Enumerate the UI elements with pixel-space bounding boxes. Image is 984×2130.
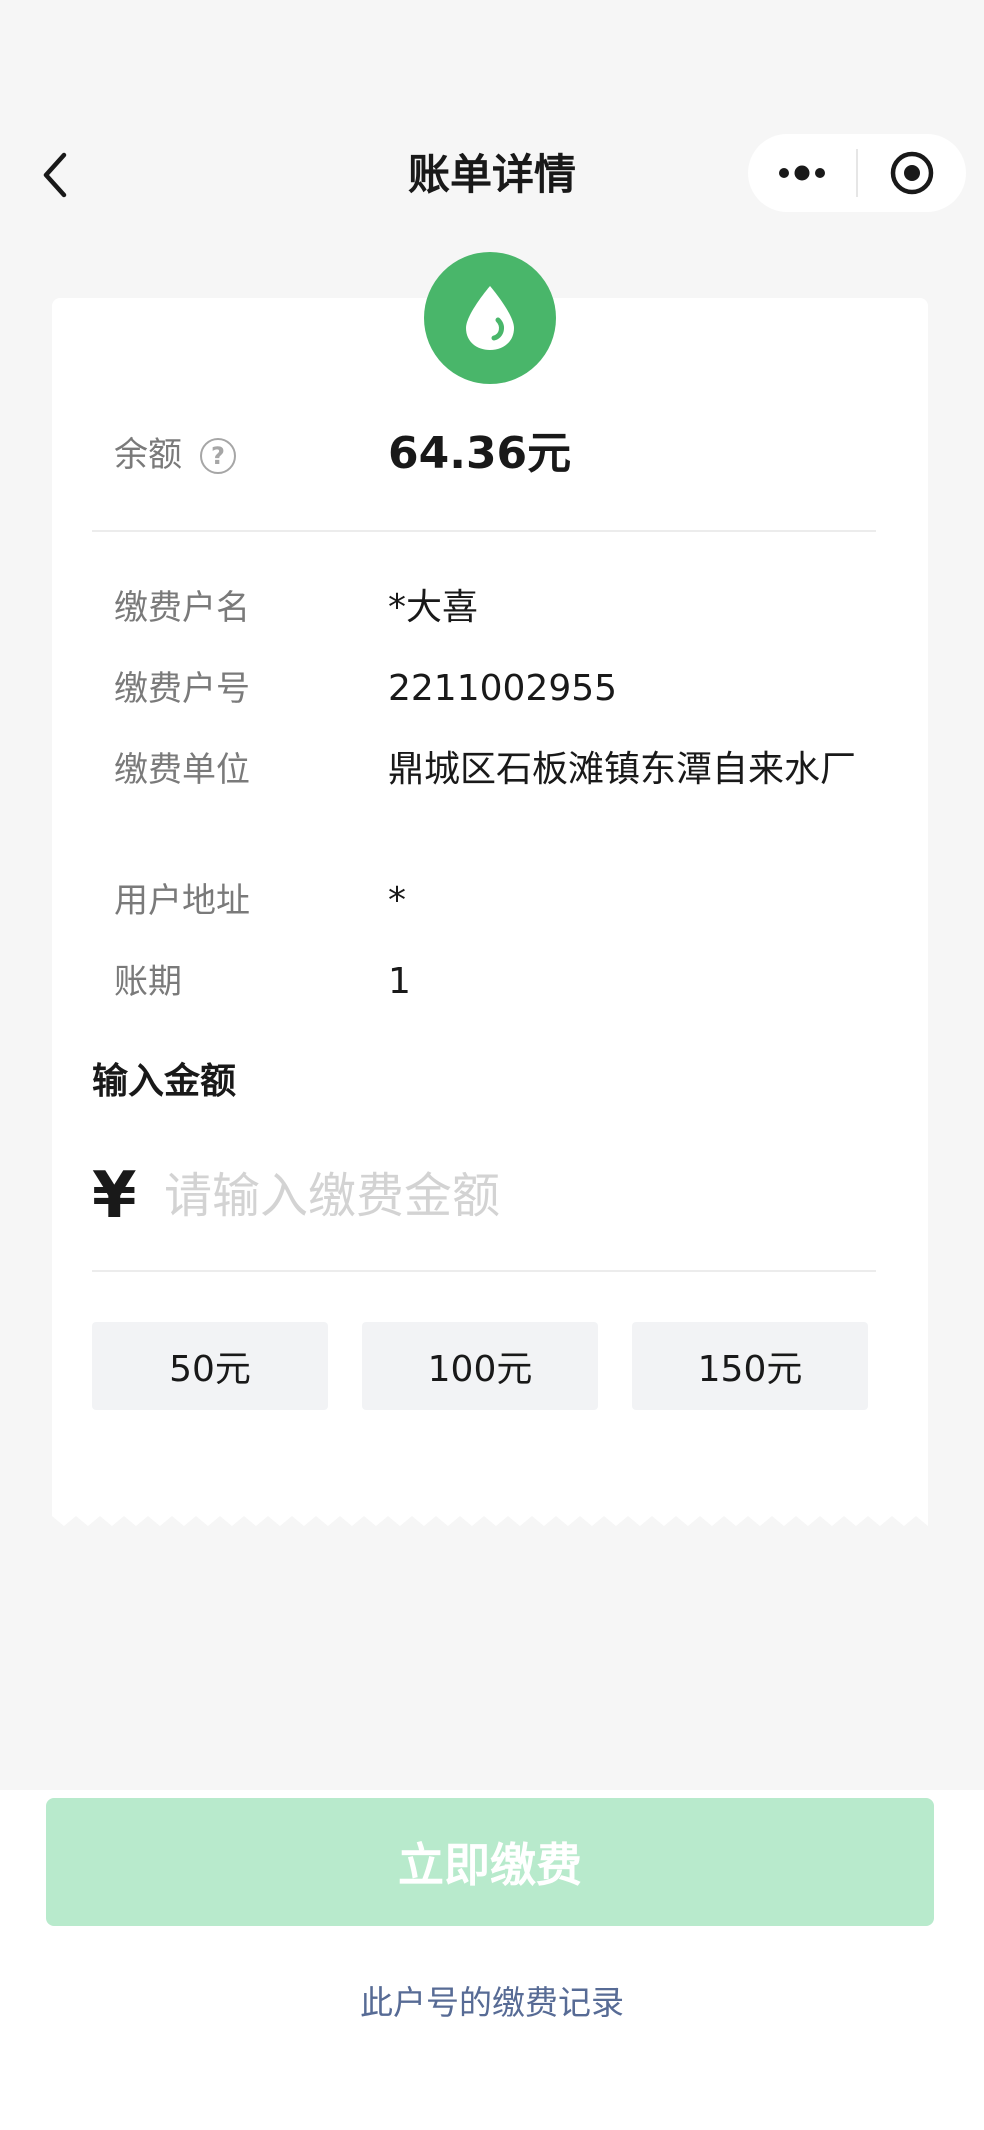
preset-150-button[interactable]: 150元 [632, 1322, 868, 1410]
preset-100-button[interactable]: 100元 [362, 1322, 598, 1410]
target-close-icon [890, 151, 934, 195]
balance-divider [92, 530, 876, 532]
billing-period-value: 1 [388, 961, 411, 1002]
account-name-label: 缴费户名 [114, 588, 250, 628]
bill-detail-page: 账单详情 余额 ? 64.36元 缴费户名 *大喜 缴费户号 221100295… [0, 0, 984, 2130]
navigation-bar: 账单详情 [0, 130, 984, 220]
more-button[interactable] [748, 134, 856, 212]
amount-section-title: 输入金额 [92, 1061, 237, 1102]
miniprogram-capsule [748, 134, 966, 212]
close-miniprogram-button[interactable] [858, 134, 966, 212]
payee-unit-value: 鼎城区石板滩镇东潭自来水厂 [388, 749, 857, 790]
more-dots-icon [779, 165, 825, 181]
receipt-zigzag-edge [52, 1512, 928, 1526]
currency-symbol: ¥ [92, 1159, 137, 1233]
account-number-value: 2211002955 [388, 668, 618, 709]
account-number-label: 缴费户号 [114, 669, 250, 709]
user-address-label: 用户地址 [114, 881, 250, 921]
payee-unit-label: 缴费单位 [114, 750, 250, 790]
pay-now-button[interactable]: 立即缴费 [46, 1798, 934, 1926]
amount-input[interactable] [164, 1160, 864, 1232]
amount-divider [92, 1270, 876, 1272]
payment-record-link[interactable]: 此户号的缴费记录 [0, 1976, 984, 2024]
water-drop-icon [424, 252, 556, 384]
help-icon[interactable]: ? [200, 438, 236, 474]
user-address-value: * [388, 880, 406, 921]
balance-value: 64.36元 [388, 428, 572, 479]
billing-period-label: 账期 [114, 962, 182, 1002]
balance-label: 余额 [114, 435, 182, 475]
account-name-value: *大喜 [388, 587, 479, 628]
preset-50-button[interactable]: 50元 [92, 1322, 328, 1410]
